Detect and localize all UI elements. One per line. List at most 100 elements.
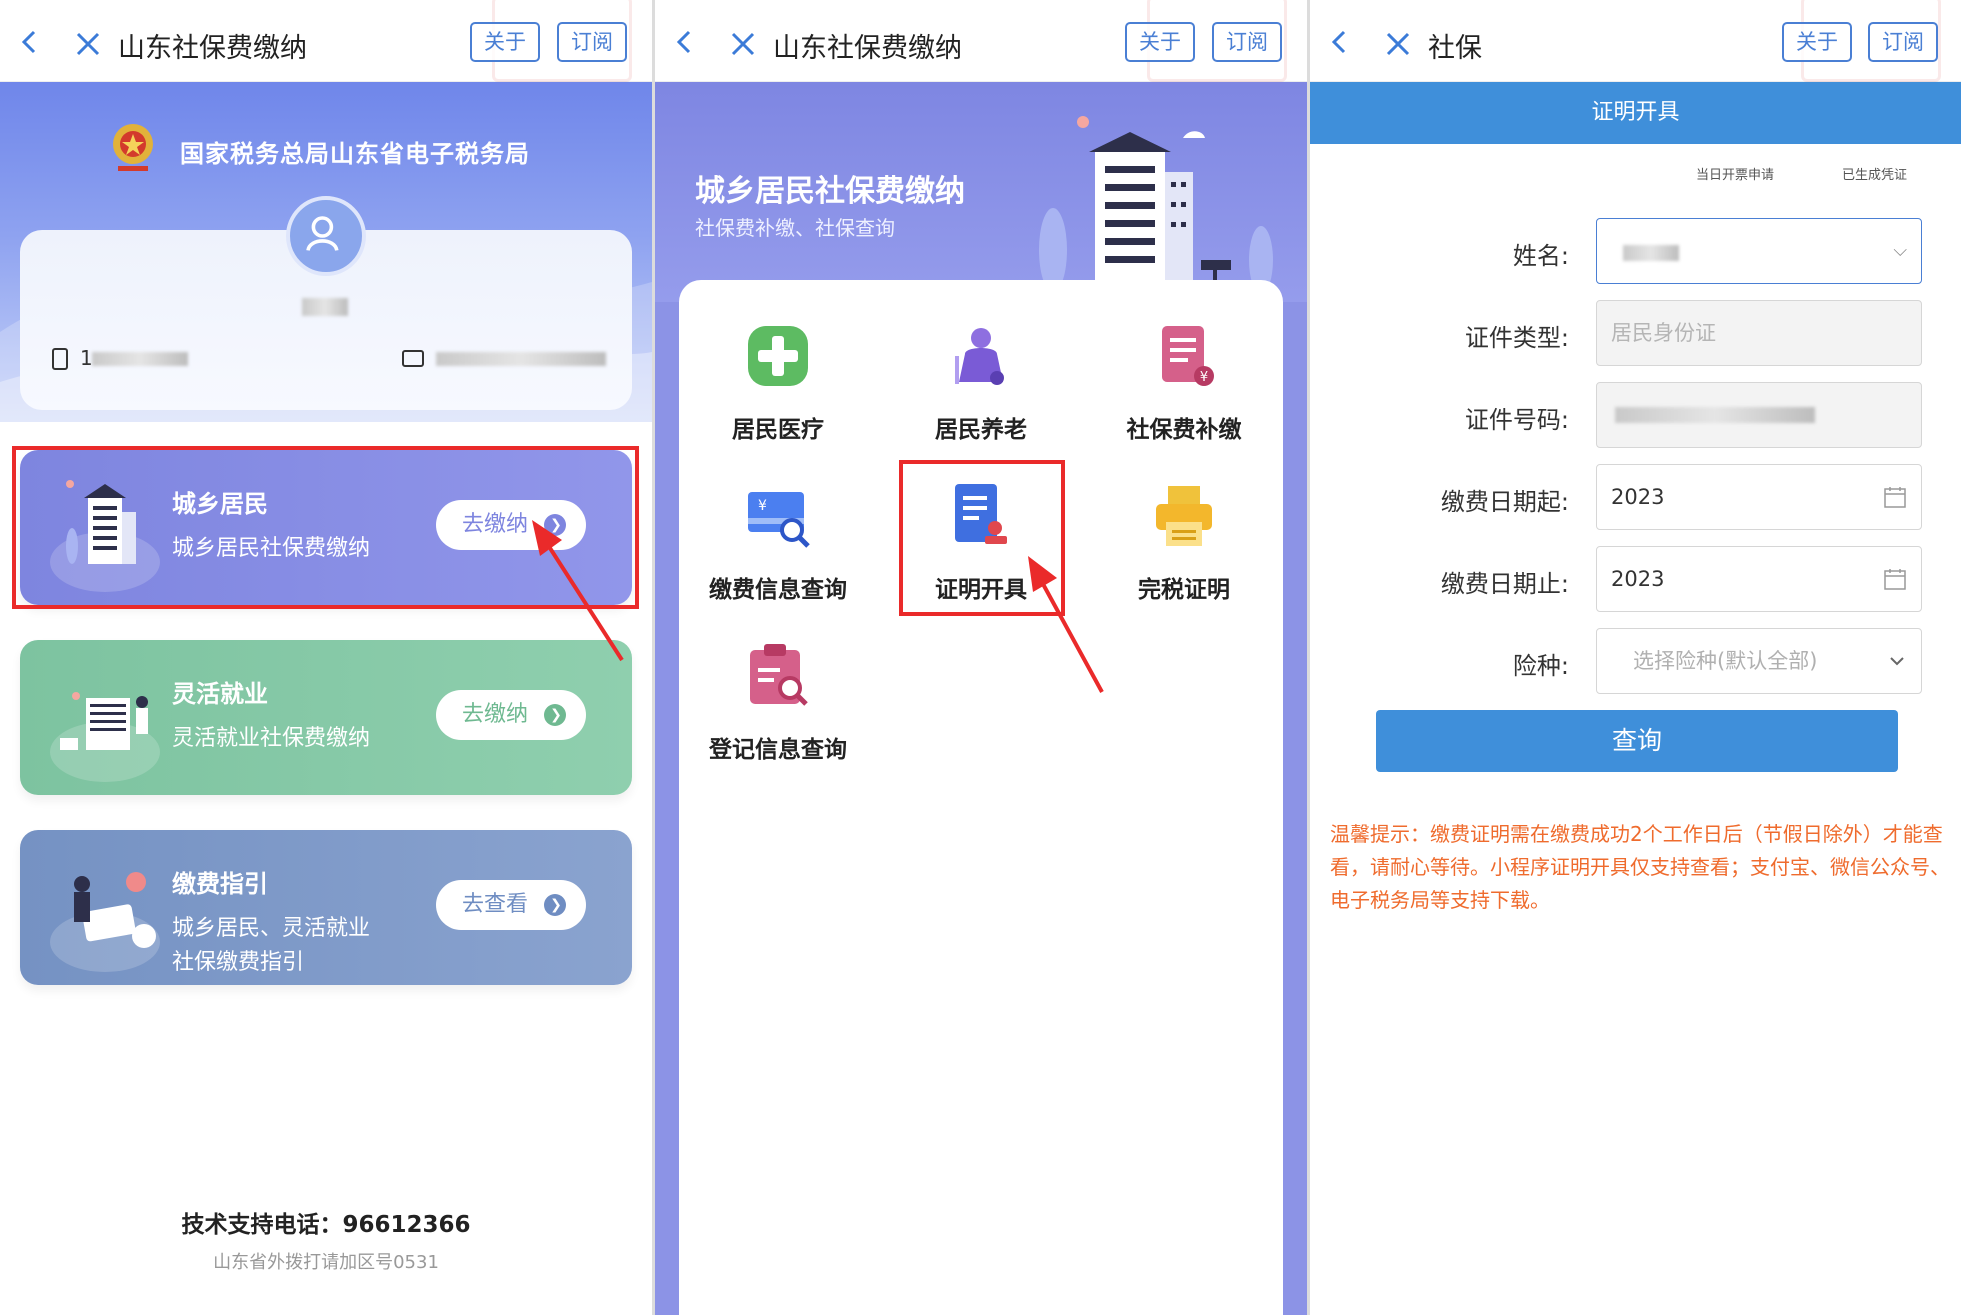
supplement-payment-icon: ¥ [1162,326,1214,386]
phone-icon [52,348,68,370]
service-label: 社保费补缴 [1126,417,1242,443]
highlight-box [899,460,1065,616]
chevron-down-icon: ⌵ [1893,240,1907,261]
top-bar: 山东社保费缴纳 关于 订阅 [0,0,652,82]
start-date-value: 2023 [1611,485,1665,509]
service-label: 居民养老 [935,417,1027,443]
subscribe-button[interactable]: 订阅 [1212,22,1282,62]
medical-cross-icon [748,326,808,386]
close-icon[interactable] [729,30,757,58]
go-view-label: 去查看 [462,892,529,917]
registration-search-icon [750,644,808,706]
service-supplement[interactable]: ¥ 社保费补缴 [1089,320,1279,444]
close-icon[interactable] [74,30,102,58]
top-bar: 社保 关于 订阅 [1310,0,1961,82]
service-payment-query[interactable]: ¥ 缴费信息查询 [683,480,873,604]
id-type-label: 证件类型: [1464,324,1569,352]
back-icon[interactable] [1328,28,1352,56]
calendar-icon [1884,487,1906,508]
hero-subtitle: 社保费补缴、社保查询 [695,216,895,240]
id-type-field: 居民身份证 [1596,300,1922,366]
card-subtitle: 灵活就业社保费缴纳 [172,726,371,751]
tab-generated-voucher[interactable]: 已生成凭证 [1842,164,1907,183]
section-header: 证明开具 [1310,82,1961,144]
service-registration-query[interactable]: 登记信息查询 [683,640,873,764]
card-payment-guide[interactable]: 缴费指引 城乡居民、灵活就业 社保缴费指引 去查看 ❯ [20,830,632,985]
about-button[interactable]: 关于 [1125,22,1195,62]
page-title: 社保 [1428,33,1482,64]
end-date-row: 缴费日期止: 2023 [1310,546,1961,616]
name-label: 姓名: [1512,242,1569,270]
support-hotline: 技术支持电话：96612366 [181,1212,471,1238]
avatar [286,196,366,276]
back-icon[interactable] [18,28,42,56]
panel-certificate: 社保 关于 订阅 证明开具 当日开票申请 已生成凭证 姓名: ⌵ 证件类型: 居… [1310,0,1961,1315]
service-medical[interactable]: 居民医疗 [683,320,873,444]
service-label: 完税证明 [1138,577,1230,603]
card-flexible-employment[interactable]: 灵活就业 灵活就业社保费缴纳 去缴纳 ❯ [20,640,632,795]
about-button[interactable]: 关于 [1782,22,1852,62]
start-date-input[interactable]: 2023 [1596,464,1922,530]
highlight-box [12,446,639,609]
insurance-placeholder: 选择险种(默认全部) [1633,649,1818,673]
id-number-label: 证件号码: [1464,406,1569,434]
calendar-icon [1884,569,1906,590]
agency-name: 国家税务总局山东省电子税务局 [180,140,530,168]
card-subtitle-line: 城乡居民、灵活就业 [172,916,371,941]
name-select[interactable]: ⌵ [1596,218,1922,284]
id-number-redacted [436,352,606,366]
elderly-icon [955,328,1004,385]
service-grid: 居民医疗 居民养老 ¥ 社保费补缴 ¥ 缴费信息查询 证明开具 完税证明 登记信… [679,280,1283,1315]
card-subtitle-line: 社保缴费指引 [172,950,305,975]
query-button[interactable]: 查询 [1376,710,1898,772]
name-row: 姓名: ⌵ [1310,218,1961,288]
id-number-row: 证件号码: [1310,382,1961,452]
hero-banner: 城乡居民社保费缴纳 社保费补缴、社保查询 [655,82,1307,302]
warm-tip: 温馨提示：缴费证明需在缴费成功2个工作日后（节假日除外）才能查看，请耐心等待。小… [1330,822,1950,912]
subscribe-button[interactable]: 订阅 [1868,22,1938,62]
back-icon[interactable] [673,28,697,56]
end-date-value: 2023 [1611,567,1665,591]
service-label: 登记信息查询 [709,737,847,763]
service-label: 缴费信息查询 [709,577,847,603]
go-view-button[interactable]: 去查看 ❯ [436,880,586,930]
office-worker-illustration-icon [60,692,148,750]
printer-icon [1156,486,1212,546]
panel-home: 国家税务总局山东省电子税务局 山东社保费缴纳 关于 订阅 1 城乡居民 城乡居民 [0,0,652,1315]
hero-title: 城乡居民社保费缴纳 [695,174,965,209]
card-title: 灵活就业 [172,680,268,708]
end-date-input[interactable]: 2023 [1596,546,1922,612]
go-pay-button[interactable]: 去缴纳 ❯ [436,690,586,740]
id-type-row: 证件类型: 居民身份证 [1310,300,1961,370]
id-number-field [1596,382,1922,448]
card-title: 缴费指引 [172,870,268,898]
card-subtitle: 城乡居民、灵活就业 社保缴费指引 [172,912,370,980]
close-icon[interactable] [1384,30,1412,58]
tab-same-day-invoice[interactable]: 当日开票申请 [1696,164,1774,183]
service-pension[interactable]: 居民养老 [886,320,1076,444]
about-button[interactable]: 关于 [470,22,540,62]
id-number-redacted [1615,407,1815,423]
top-bar: 山东社保费缴纳 关于 订阅 [655,0,1307,82]
svg-text:¥: ¥ [1200,370,1208,385]
page-title: 山东社保费缴纳 [773,33,962,64]
user-icon [306,216,339,252]
insurance-row: 险种: 选择险种(默认全部) [1310,628,1961,698]
phone-number: 1 [80,346,93,370]
service-label: 居民医疗 [732,417,824,443]
arrow-right-icon: ❯ [544,894,566,916]
insurance-select[interactable]: 选择险种(默认全部) [1596,628,1922,694]
name-redacted [1623,245,1679,261]
page-title: 山东社保费缴纳 [118,33,307,64]
go-pay-label: 去缴纳 [462,702,529,727]
chevron-down-icon [1890,657,1904,666]
end-date-label: 缴费日期止: [1440,570,1569,598]
service-tax-certificate[interactable]: 完税证明 [1089,480,1279,604]
svg-text:¥: ¥ [758,498,767,514]
insurance-label: 险种: [1512,652,1569,680]
subscribe-button[interactable]: 订阅 [557,22,627,62]
building-illustration-icon [1033,116,1273,298]
id-card-icon [402,350,424,367]
tax-emblem-icon [113,124,153,171]
start-date-row: 缴费日期起: 2023 [1310,464,1961,534]
